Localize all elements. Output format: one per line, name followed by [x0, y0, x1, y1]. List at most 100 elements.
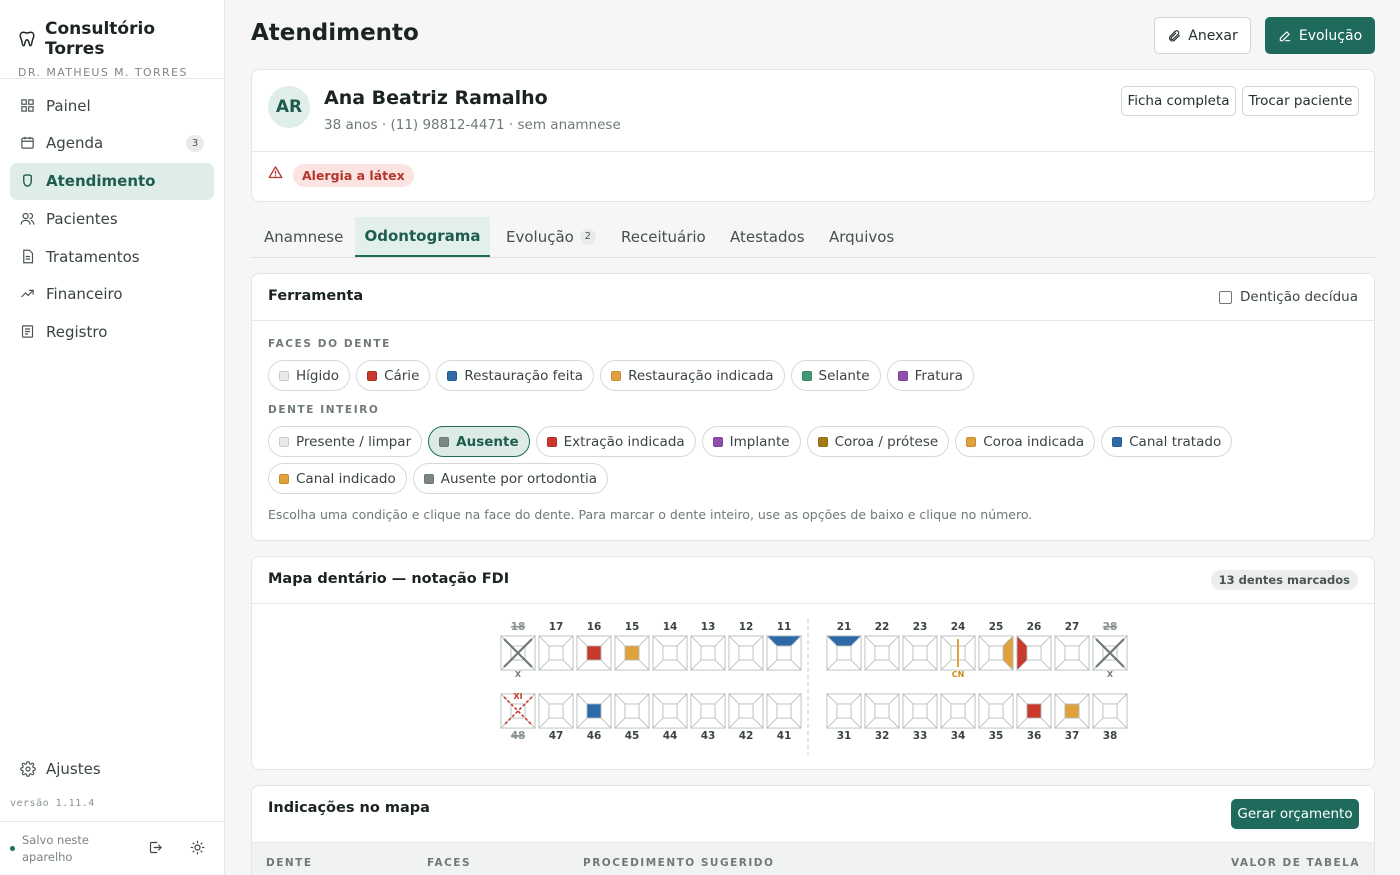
tooth-number[interactable]: 27: [1065, 621, 1080, 633]
sidebar-item-atendimento[interactable]: Atendimento: [10, 162, 214, 200]
tooth-25[interactable]: 25: [978, 621, 1014, 671]
logout-icon[interactable]: [148, 840, 163, 859]
sidebar-item-painel[interactable]: Painel: [10, 87, 214, 124]
tab-atestados[interactable]: Atestados: [730, 217, 805, 257]
theme-toggle-icon[interactable]: [190, 840, 205, 859]
tooth-number[interactable]: 48: [511, 730, 526, 742]
tooth-number[interactable]: 41: [777, 730, 792, 742]
chip-presente-limpar[interactable]: Presente / limpar: [268, 426, 423, 457]
chip-restauração-feita[interactable]: Restauração feita: [436, 360, 595, 391]
tooth-37[interactable]: 37: [1054, 693, 1090, 742]
tooth-33[interactable]: 33: [902, 693, 938, 742]
tooth-number[interactable]: 13: [701, 621, 716, 633]
tooth-45[interactable]: 45: [614, 693, 650, 742]
tooth-23[interactable]: 23: [902, 621, 938, 671]
tooth-31[interactable]: 31: [826, 693, 862, 742]
tooth-number[interactable]: 34: [951, 730, 966, 742]
tooth-number[interactable]: 16: [587, 621, 602, 633]
sidebar-item-financeiro[interactable]: Financeiro: [10, 276, 214, 313]
chip-canal-tratado[interactable]: Canal tratado: [1101, 426, 1233, 457]
chip-hígido[interactable]: Hígido: [268, 360, 351, 391]
tooth-number[interactable]: 25: [989, 621, 1004, 633]
tooth-48[interactable]: 48 XI: [500, 692, 536, 742]
chip-restauração-indicada[interactable]: Restauração indicada: [600, 360, 785, 391]
tooth-number[interactable]: 15: [625, 621, 640, 633]
tooth-number[interactable]: 47: [549, 730, 564, 742]
tooth-number[interactable]: 22: [875, 621, 890, 633]
chip-ausente-por-ortodontia[interactable]: Ausente por ortodontia: [412, 463, 609, 494]
tooth-number[interactable]: 36: [1027, 730, 1042, 742]
tooth-24[interactable]: 24 CN: [940, 621, 976, 679]
tooth-28[interactable]: 28 X: [1092, 621, 1128, 679]
tooth-number[interactable]: 31: [837, 730, 852, 742]
chip-ausente[interactable]: Ausente: [428, 426, 530, 457]
switch-patient-button[interactable]: Trocar paciente: [1242, 86, 1359, 116]
full-record-button[interactable]: Ficha completa: [1121, 86, 1236, 116]
sidebar-item-pacientes[interactable]: Pacientes: [10, 200, 214, 237]
tooth-number[interactable]: 38: [1103, 730, 1118, 742]
sidebar-item-agenda[interactable]: Agenda 3: [10, 125, 214, 162]
evolution-button[interactable]: Evolução: [1265, 17, 1375, 54]
tooth-number[interactable]: 44: [663, 730, 678, 742]
tooth-41[interactable]: 41: [766, 693, 802, 742]
tooth-18[interactable]: 18 X: [500, 621, 536, 679]
tooth-38[interactable]: 38: [1092, 693, 1128, 742]
tooth-number[interactable]: 26: [1027, 621, 1042, 633]
tooth-35[interactable]: 35: [978, 693, 1014, 742]
deciduous-checkbox[interactable]: [1219, 290, 1232, 304]
tooth-number[interactable]: 35: [989, 730, 1004, 742]
chip-implante[interactable]: Implante: [701, 426, 801, 457]
sidebar-item-tratamentos[interactable]: Tratamentos: [10, 238, 214, 275]
tooth-44[interactable]: 44: [652, 693, 688, 742]
tooth-11[interactable]: 11: [766, 621, 802, 671]
chip-extração-indicada[interactable]: Extração indicada: [535, 426, 696, 457]
chip-selante[interactable]: Selante: [790, 360, 881, 391]
tooth-36[interactable]: 36: [1016, 693, 1052, 742]
tooth-number[interactable]: 24: [951, 621, 966, 633]
tab-evolução[interactable]: Evolução 2: [506, 217, 596, 257]
attach-button[interactable]: Anexar: [1154, 17, 1251, 54]
tooth-12[interactable]: 12: [728, 621, 764, 671]
tooth-43[interactable]: 43: [690, 693, 726, 742]
tooth-number[interactable]: 45: [625, 730, 640, 742]
tooth-22[interactable]: 22: [864, 621, 900, 671]
tooth-number[interactable]: 46: [587, 730, 602, 742]
settings-link[interactable]: Ajustes: [10, 750, 111, 787]
tooth-47[interactable]: 47: [538, 693, 574, 742]
tooth-14[interactable]: 14: [652, 621, 688, 671]
tooth-17[interactable]: 17: [538, 621, 574, 671]
tooth-number[interactable]: 18: [511, 621, 526, 633]
deciduous-toggle[interactable]: Dentição decídua: [1219, 289, 1358, 305]
tooth-32[interactable]: 32: [864, 693, 900, 742]
tooth-21[interactable]: 21: [826, 621, 862, 671]
chip-cárie[interactable]: Cárie: [356, 360, 431, 391]
tooth-number[interactable]: 42: [739, 730, 754, 742]
tooth-number[interactable]: 17: [549, 621, 564, 633]
tooth-16[interactable]: 16: [576, 621, 612, 671]
chip-coroa-indicada[interactable]: Coroa indicada: [955, 426, 1096, 457]
sidebar-item-registro[interactable]: Registro: [10, 314, 214, 351]
tab-anamnese[interactable]: Anamnese: [264, 217, 343, 257]
tab-arquivos[interactable]: Arquivos: [829, 217, 894, 257]
tooth-number[interactable]: 32: [875, 730, 890, 742]
tab-odontograma[interactable]: Odontograma: [355, 217, 490, 257]
tooth-number[interactable]: 21: [837, 621, 852, 633]
tooth-34[interactable]: 34: [940, 693, 976, 742]
chip-canal-indicado[interactable]: Canal indicado: [268, 463, 407, 494]
tooth-number[interactable]: 12: [739, 621, 754, 633]
tooth-number[interactable]: 37: [1065, 730, 1080, 742]
tooth-27[interactable]: 27: [1054, 621, 1090, 671]
tooth-15[interactable]: 15: [614, 621, 650, 671]
tooth-number[interactable]: 43: [701, 730, 716, 742]
tooth-number[interactable]: 33: [913, 730, 928, 742]
chip-fratura[interactable]: Fratura: [886, 360, 974, 391]
tooth-number[interactable]: 11: [777, 621, 792, 633]
chip-coroa-prótese[interactable]: Coroa / prótese: [806, 426, 950, 457]
tooth-number[interactable]: 14: [663, 621, 678, 633]
tab-receituário[interactable]: Receituário: [621, 217, 706, 257]
generate-budget-button[interactable]: Gerar orçamento: [1231, 799, 1359, 829]
tooth-number[interactable]: 28: [1103, 621, 1118, 633]
tooth-26[interactable]: 26: [1016, 621, 1052, 671]
tooth-46[interactable]: 46: [576, 693, 612, 742]
tooth-42[interactable]: 42: [728, 693, 764, 742]
